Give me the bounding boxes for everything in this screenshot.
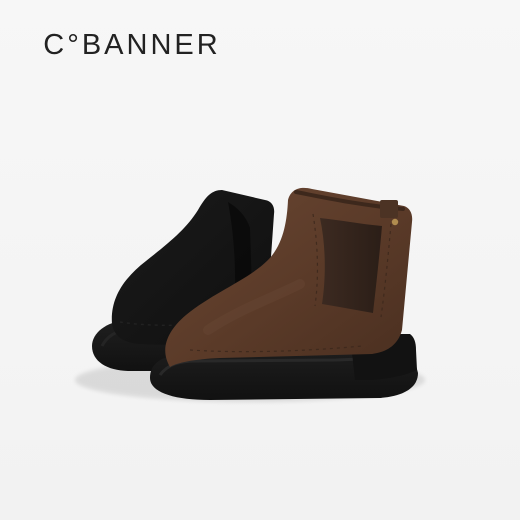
brown-boot-elastic xyxy=(320,218,382,313)
brown-boot-pull-tab xyxy=(380,200,398,218)
brand-header: C°BANNER xyxy=(0,27,264,63)
product-page: C°BANNER xyxy=(0,0,520,520)
brand-logo: C°BANNER xyxy=(43,28,221,61)
product-photo xyxy=(0,0,520,520)
brown-boot-rivet-icon xyxy=(391,218,399,226)
